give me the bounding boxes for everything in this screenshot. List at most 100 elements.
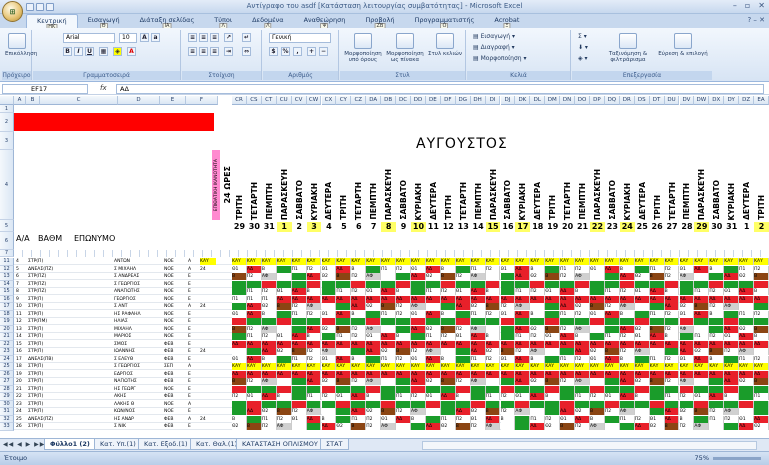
cell-d[interactable]: ΝΟΕ [164, 273, 184, 280]
schedule-cell[interactable]: Β [754, 288, 769, 295]
schedule-cell[interactable]: ΑΔ [754, 370, 769, 378]
schedule-cell[interactable]: Β [246, 423, 262, 430]
schedule-cell[interactable] [724, 265, 740, 273]
schedule-cell[interactable]: Β [336, 378, 352, 385]
schedule-cell[interactable]: ΑΔ [619, 295, 635, 303]
sheet-tab[interactable]: Κατ. Εξοδ.(1) [138, 439, 194, 450]
schedule-cell[interactable]: ΑΔ [485, 340, 501, 348]
schedule-cell[interactable]: Θ2 [425, 378, 441, 385]
cell-name[interactable]: Σ ΓΕΩΡΓΙΟΣ [114, 363, 164, 370]
schedule-cell[interactable]: Θ2 [232, 423, 247, 430]
cell-rank[interactable]: ΣΤΡ(Π) [28, 296, 88, 303]
schedule-cell[interactable]: Θ2 [590, 348, 605, 355]
cell-d[interactable]: ΝΟΕ [164, 386, 184, 393]
table-row[interactable]: 15 ΣΤΡ(Π) ΣΜΟΣ ΦΕΒ Ε ΑΔ ΑΔ ΑΔ ΑΔ ΑΔ ΑΔ ΑΔ ΑΔ ΑΔ ΑΔ ΑΔ ΑΔ… [14, 340, 769, 348]
schedule-cell[interactable]: ΑΔ [724, 325, 740, 333]
schedule-cell[interactable] [545, 303, 561, 310]
schedule-cell[interactable]: Θ1 [425, 393, 441, 400]
schedule-cell[interactable] [440, 408, 456, 415]
schedule-cell[interactable]: ΑΔ [336, 370, 352, 378]
cell-name[interactable]: ΣΜΟΣ [114, 341, 164, 348]
schedule-cell[interactable]: Θ2 [739, 378, 755, 385]
schedule-cell[interactable] [500, 400, 516, 408]
table-row[interactable]: 12 ΣΤΡ(ΠΜ) ΗΛΙΑΣ ΝΟΕ Ε [14, 318, 769, 325]
schedule-cell[interactable]: ΚΑΥ [425, 363, 441, 370]
schedule-cell[interactable]: ΑΔ [246, 303, 262, 310]
schedule-cell[interactable]: Π2 [664, 325, 680, 333]
schedule-cell[interactable]: Π2 [664, 273, 680, 280]
schedule-cell[interactable] [366, 310, 382, 318]
schedule-cell[interactable]: ΑΦ [515, 408, 531, 415]
schedule-cell[interactable]: ΑΔ [291, 340, 307, 348]
cell-rank[interactable]: ΔΝΕΑΣ(ΠΒ) [28, 356, 88, 363]
schedule-cell[interactable]: Π1 [291, 265, 307, 273]
schedule-cell[interactable]: Π1 [619, 415, 635, 423]
schedule-cell[interactable] [530, 400, 546, 408]
cell-e[interactable]: Ε [188, 371, 198, 378]
schedule-cell[interactable]: ΑΦ [485, 423, 501, 430]
schedule-cell[interactable]: Π1 [694, 288, 710, 295]
schedule-cell[interactable]: Θ2 [261, 303, 277, 310]
cell-d[interactable]: ΝΟΕ [164, 288, 184, 295]
schedule-cell[interactable] [276, 273, 292, 280]
schedule-cell[interactable] [485, 318, 501, 325]
schedule-cell[interactable] [545, 265, 561, 273]
row-header[interactable]: 1 [0, 105, 14, 113]
schedule-cell[interactable] [455, 400, 471, 408]
cell-f[interactable] [200, 273, 216, 280]
schedule-cell[interactable] [634, 310, 650, 318]
column-header[interactable]: DU [664, 96, 680, 105]
schedule-cell[interactable] [425, 408, 441, 415]
schedule-cell[interactable]: ΚΑΥ [515, 363, 531, 370]
schedule-cell[interactable]: ΚΑΥ [485, 363, 501, 370]
schedule-cell[interactable]: ΑΔ [515, 355, 531, 363]
align-middle-icon[interactable]: ≡ [199, 33, 208, 42]
schedule-cell[interactable]: Π1 [709, 415, 725, 423]
schedule-cell[interactable]: ΑΔ [396, 340, 411, 348]
schedule-cell[interactable] [381, 318, 397, 325]
schedule-cell[interactable]: ΚΑΥ [634, 363, 650, 370]
schedule-cell[interactable] [739, 385, 755, 393]
schedule-cell[interactable] [634, 400, 650, 408]
schedule-cell[interactable]: ΑΔ [590, 370, 605, 378]
column-header[interactable]: DD [411, 96, 426, 105]
table-row[interactable]: 5 ΔΝΕΑΣ(ΠΖ) Σ ΜΙΧΑΗΛ ΝΟΕ Α 24 Θ1 ΑΔ Β Π1 Π2 Θ1 ΑΔ Β Π1… [14, 265, 769, 273]
schedule-cell[interactable]: ΚΑΥ [530, 258, 546, 265]
schedule-cell[interactable]: Β [530, 265, 546, 273]
schedule-cell[interactable] [545, 400, 561, 408]
schedule-cell[interactable] [291, 400, 307, 408]
schedule-cell[interactable] [396, 325, 411, 333]
cell-rank[interactable]: ΣΤΡ(ΠΖ) [28, 281, 88, 288]
schedule-cell[interactable]: Β [604, 348, 620, 355]
row-header[interactable]: 23 [0, 348, 14, 356]
schedule-cell[interactable] [724, 385, 740, 393]
cell-rank[interactable]: ΣΤΡ(Π) [28, 258, 88, 265]
schedule-cell[interactable] [560, 400, 576, 408]
schedule-cell[interactable]: Π2 [530, 288, 546, 295]
schedule-cell[interactable]: Β [664, 333, 680, 340]
tab-1[interactable]: Εισαγωγή Θ [78, 14, 130, 30]
schedule-cell[interactable]: Θ2 [739, 273, 755, 280]
align-right-icon[interactable]: ≡ [210, 47, 219, 56]
table-row[interactable]: 18 ΣΤΡ(Π) Σ ΓΕΩΡΓΙΟΣ ΣΕΠ Α ΚΑΥ ΚΑΥ ΚΑΥ ΚΑΥ ΚΑΥ ΚΑΥ… [14, 363, 769, 370]
schedule-cell[interactable]: Π2 [754, 265, 769, 273]
cell-f[interactable] [200, 378, 216, 385]
schedule-cell[interactable]: Π1 [425, 288, 441, 295]
schedule-cell[interactable]: ΑΔ [604, 265, 620, 273]
schedule-cell[interactable]: Θ1 [232, 310, 247, 318]
schedule-cell[interactable] [381, 325, 397, 333]
schedule-cell[interactable] [545, 408, 561, 415]
schedule-cell[interactable]: Π1 [291, 310, 307, 318]
schedule-cell[interactable]: Β [634, 393, 650, 400]
schedule-cell[interactable] [500, 273, 516, 280]
schedule-cell[interactable]: Β [500, 415, 516, 423]
align-top-icon[interactable]: ≡ [188, 33, 197, 42]
schedule-cell[interactable] [291, 423, 307, 430]
schedule-cell[interactable]: ΑΔ [291, 295, 307, 303]
doc-close-icon[interactable]: ✕ [759, 16, 765, 24]
schedule-cell[interactable]: ΑΔ [351, 340, 367, 348]
schedule-cell[interactable]: ΑΔ [739, 423, 755, 430]
schedule-cell[interactable] [411, 400, 426, 408]
schedule-cell[interactable]: ΑΔ [411, 378, 426, 385]
cell-rank[interactable]: ΣΤΡ(Π) [28, 386, 88, 393]
